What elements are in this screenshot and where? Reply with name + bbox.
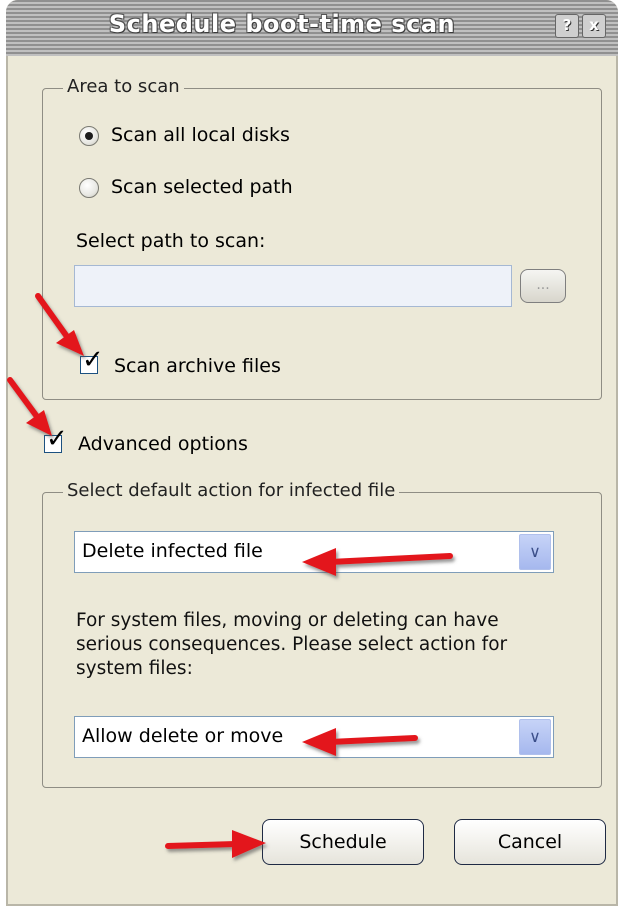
advanced-options-label[interactable]: Advanced options <box>78 433 248 455</box>
infected-action-value: Delete infected file <box>82 540 263 562</box>
system-action-select[interactable]: Allow delete or move ∨ <box>74 716 554 758</box>
chevron-down-icon[interactable]: ∨ <box>519 719 551 755</box>
close-button[interactable]: x <box>582 14 606 38</box>
scan-selected-path-radio[interactable] <box>79 178 99 198</box>
cancel-button[interactable]: Cancel <box>454 819 606 865</box>
area-to-scan-legend: Area to scan <box>63 76 184 97</box>
help-button[interactable]: ? <box>555 14 579 38</box>
scan-all-disks-radio[interactable] <box>79 126 99 146</box>
scan-archives-label[interactable]: Scan archive files <box>114 355 281 377</box>
title-bar[interactable]: Schedule boot-time scan ? x <box>6 0 618 56</box>
system-files-note: For system files, moving or deleting can… <box>76 610 508 679</box>
scan-archives-checkbox[interactable]: ✓ <box>80 347 104 374</box>
chevron-down-icon[interactable]: ∨ <box>519 534 551 570</box>
window-title: Schedule boot-time scan <box>108 10 456 38</box>
scan-selected-path-label[interactable]: Scan selected path <box>111 176 293 198</box>
path-input[interactable] <box>74 265 512 307</box>
check-mark-icon: ✓ <box>82 345 104 375</box>
system-action-value: Allow delete or move <box>82 725 284 747</box>
browse-button[interactable]: ... <box>520 269 566 303</box>
default-action-legend: Select default action for infected file <box>63 480 400 501</box>
infected-action-select[interactable]: Delete infected file ∨ <box>74 531 554 573</box>
check-mark-icon: ✓ <box>46 424 68 454</box>
schedule-scan-dialog: Schedule boot-time scan ? x Area to scan… <box>6 0 618 906</box>
select-path-label: Select path to scan: <box>76 230 266 252</box>
schedule-button[interactable]: Schedule <box>262 819 424 865</box>
scan-all-disks-label[interactable]: Scan all local disks <box>111 124 290 146</box>
advanced-options-checkbox[interactable]: ✓ <box>44 426 68 453</box>
radio-selected-dot <box>85 132 93 140</box>
